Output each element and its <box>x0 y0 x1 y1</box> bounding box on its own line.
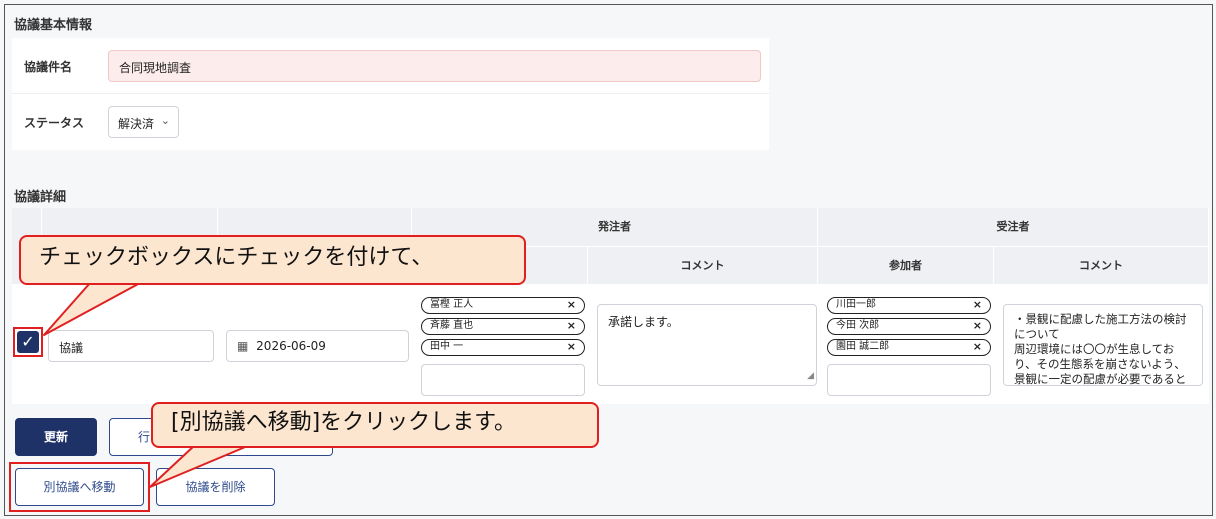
callout-click: [別協議へ移動]をクリックします。 <box>151 402 599 448</box>
callout-check: チェックボックスにチェックを付けて、 <box>19 235 526 285</box>
